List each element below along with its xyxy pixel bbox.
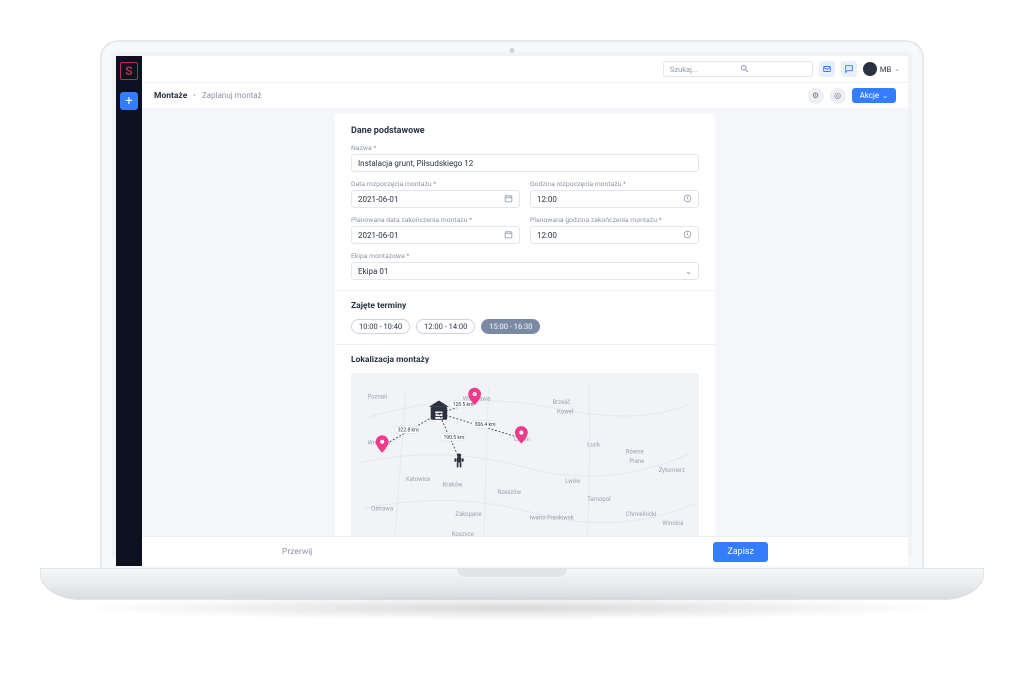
svg-text:Piane: Piane (629, 458, 644, 465)
end-date-label: Planowana data zakończenia montażu * (351, 216, 520, 224)
end-time-label: Planowana godzina zakończenia montażu * (530, 216, 699, 224)
busy-title: Zajęte terminy (351, 301, 699, 311)
svg-text:Winnica: Winnica (662, 520, 683, 527)
busy-slot[interactable]: 12:00 - 14:00 (416, 319, 475, 334)
svg-text:Iwano-Frankiwsk: Iwano-Frankiwsk (530, 515, 574, 522)
busy-slot-list: 10:00 - 10:40 12:00 - 14:00 15:00 - 16:30 (351, 319, 699, 334)
messages-icon[interactable] (841, 61, 857, 77)
breadcrumb-separator: • (193, 91, 196, 100)
svg-text:Chmielnicki: Chmielnicki (626, 511, 657, 518)
end-time-value: 12:00 (537, 231, 683, 240)
svg-text:Katowice: Katowice (406, 476, 430, 483)
name-value: Instalacja grunt, Piłsudskiego 12 (358, 159, 692, 168)
svg-text:Lwów: Lwów (565, 478, 581, 485)
team-select[interactable]: Ekipa 01 ⌄ (351, 262, 699, 280)
svg-text:Łuck: Łuck (587, 441, 600, 448)
actions-label: Akcje (860, 91, 880, 100)
svg-text:Kraków: Kraków (443, 482, 463, 489)
clock-icon (683, 230, 692, 241)
end-date-value: 2021-06-01 (358, 231, 504, 240)
end-date-field[interactable]: 2021-06-01 (351, 226, 520, 244)
user-initials: MB (880, 65, 891, 74)
svg-text:Koszyce: Koszyce (452, 531, 474, 536)
start-date-label: Data rozpoczęcia montażu * (351, 180, 520, 188)
section-basic-title: Dane podstawowe (351, 126, 699, 136)
svg-text:322.8 km: 322.8 km (398, 428, 419, 434)
chevron-down-icon: ⌄ (685, 267, 692, 276)
form-footer: Przerwij Zapisz (142, 536, 908, 566)
busy-slot[interactable]: 15:00 - 16:30 (481, 319, 540, 334)
actions-button[interactable]: Akcje ⌄ (852, 88, 896, 103)
busy-slot[interactable]: 10:00 - 10:40 (351, 319, 410, 334)
notification-icon[interactable] (819, 61, 835, 77)
chevron-down-icon: ⌄ (882, 92, 888, 100)
search-input[interactable]: Szukaj... (663, 61, 813, 77)
search-icon (740, 64, 806, 75)
end-time-field[interactable]: 12:00 (530, 226, 699, 244)
add-button[interactable]: + (120, 92, 138, 110)
form-card: Dane podstawowe Nazwa * Instalacja grunt… (335, 114, 715, 536)
clock-icon (683, 194, 692, 205)
app-logo-icon: S (120, 62, 138, 80)
breadcrumb-bar: Montaże • Zaplanuj montaż ⚙ ◎ Akcje ⌄ (142, 82, 908, 108)
name-field[interactable]: Instalacja grunt, Piłsudskiego 12 (351, 154, 699, 172)
breadcrumb-root[interactable]: Montaże (154, 91, 187, 101)
cancel-button[interactable]: Przerwij (282, 547, 312, 557)
svg-text:Poznań: Poznań (367, 394, 387, 401)
start-date-value: 2021-06-01 (358, 195, 504, 204)
svg-text:Tarnopol: Tarnopol (587, 496, 610, 503)
search-placeholder: Szukaj... (670, 65, 736, 74)
location-map[interactable]: Poznań Warszawa Brześć Koweł Wrocław Lub… (351, 373, 699, 536)
breadcrumb-current: Zaplanuj montaż (202, 91, 262, 100)
app-sidebar: S + (116, 56, 142, 566)
svg-text:306.4 km: 306.4 km (475, 422, 496, 428)
calendar-icon (504, 194, 513, 205)
user-menu[interactable]: MB ⌄ (863, 62, 900, 76)
start-date-field[interactable]: 2021-06-01 (351, 190, 520, 208)
gear-icon[interactable]: ⚙ (808, 88, 824, 104)
start-time-value: 12:00 (537, 195, 683, 204)
calendar-icon (504, 230, 513, 241)
start-time-field[interactable]: 12:00 (530, 190, 699, 208)
svg-text:Rzeszów: Rzeszów (498, 489, 522, 496)
svg-text:Równe: Równe (626, 449, 644, 456)
avatar (863, 62, 877, 76)
team-label: Ekipa montażowa * (351, 252, 699, 260)
svg-text:Ostrawa: Ostrawa (371, 505, 393, 512)
map-title: Lokalizacja montaży (351, 355, 699, 365)
svg-text:Brześć: Brześć (552, 399, 570, 406)
topbar: Szukaj... MB ⌄ (142, 56, 908, 82)
chevron-down-icon: ⌄ (894, 65, 900, 73)
svg-text:128.5 km: 128.5 km (453, 402, 474, 408)
svg-text:Zakopane: Zakopane (455, 511, 481, 518)
team-value: Ekipa 01 (358, 267, 685, 276)
start-time-label: Godzina rozpoczęcia montażu * (530, 180, 699, 188)
name-label: Nazwa * (351, 144, 699, 152)
save-button[interactable]: Zapisz (713, 542, 768, 562)
svg-text:Koweł: Koweł (557, 408, 574, 415)
target-icon[interactable]: ◎ (830, 88, 846, 104)
svg-text:190.5 km: 190.5 km (443, 435, 464, 441)
svg-text:Żytomierz: Żytomierz (659, 467, 685, 474)
